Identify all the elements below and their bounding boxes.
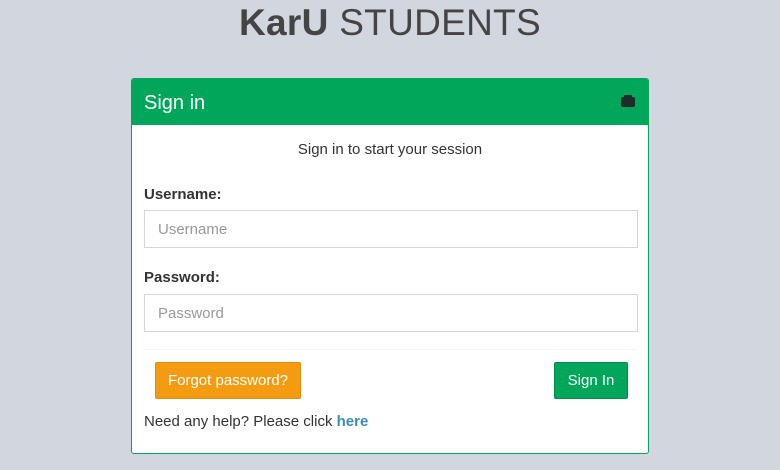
login-box-header: Sign in [132,79,648,125]
collapse-icon[interactable] [620,94,636,108]
login-box-message: Sign in to start your session [297,141,483,158]
password-input[interactable] [144,294,638,332]
forgot-password-button[interactable]: Forgot password? [155,362,301,399]
logo-brand: KarU [238,2,329,43]
password-label: Password: [144,269,220,286]
app-logo: KarU STUDENTS [0,0,780,46]
username-label: Username: [144,186,222,203]
help-link[interactable]: here [337,413,369,430]
logo-suffix: STUDENTS [339,2,542,43]
sign-in-button[interactable]: Sign In [554,362,628,399]
help-text: Need any help? Please click here [144,413,368,431]
form-divider [144,349,638,350]
help-text-label: Need any help? Please click [144,413,337,430]
login-box-title: Sign in [144,92,206,114]
login-box: Sign in Sign in to start your session Us… [131,78,649,454]
username-input[interactable] [144,210,638,248]
